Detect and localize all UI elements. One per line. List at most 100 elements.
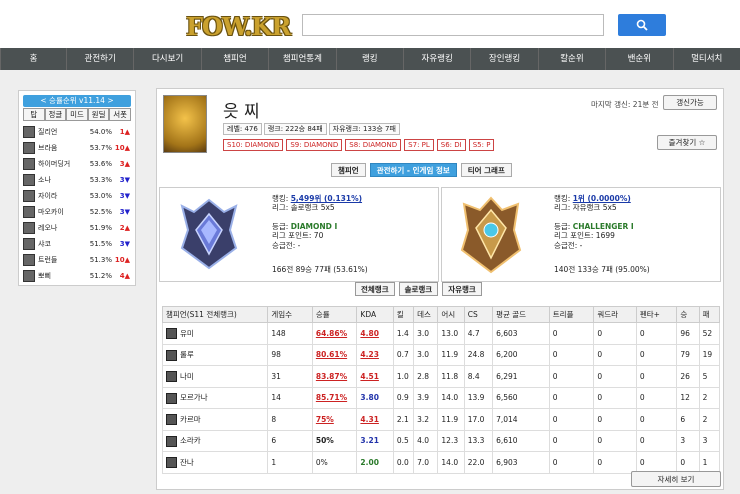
champion-name[interactable]: 나미 <box>180 372 194 381</box>
table-header-3[interactable]: KDA <box>356 306 394 323</box>
champion-name[interactable]: 잔나 <box>180 458 194 467</box>
table-header-9[interactable]: 트리플 <box>548 306 595 323</box>
table-row[interactable]: 카르마 8 75% 4.31 2.1 3.2 11.9 17.0 7,014 0 0 0 6 2 <box>161 408 721 431</box>
table-header-11[interactable]: 펜타+ <box>635 306 678 323</box>
value-l: 19 <box>702 350 713 360</box>
sidebar-rank-row[interactable]: 소나 53.3% 3▼ <box>23 172 131 188</box>
table-header-12[interactable]: 승 <box>676 306 700 323</box>
search-input[interactable] <box>302 14 604 36</box>
cell-tri: 0 <box>548 365 595 388</box>
nav-item-5[interactable]: 랭킹 <box>335 48 403 70</box>
value-penta: 0 <box>639 350 645 360</box>
table-row[interactable]: 룰루 98 80.61% 4.23 0.7 3.0 11.9 24.8 6,200 0 0 0 79 19 <box>161 343 721 366</box>
champion-name[interactable]: 카르마 <box>180 415 201 424</box>
table-header-13[interactable]: 패 <box>698 306 721 323</box>
champion-cell: 잔나 <box>161 451 269 474</box>
table-row[interactable]: 유미 148 64.86% 4.80 1.4 3.0 13.0 4.7 6,603 0 0 0 96 52 <box>161 322 721 345</box>
champion-name[interactable]: 룰루 <box>180 350 194 359</box>
cell-k: 1.0 <box>392 365 415 388</box>
cell-l: 2 <box>698 408 721 431</box>
cell-cs: 22.0 <box>463 451 494 474</box>
champion-icon <box>166 392 177 404</box>
flex-tier-label: 등급: <box>554 221 573 231</box>
sidebar-rank-row[interactable]: 질리언 54.0% 1▲ <box>23 124 131 140</box>
flex-rank-info: 랭킹: 1위 (0.0000%) 리그: 자유랭크 5x5 등급: CHALLE… <box>554 194 634 250</box>
cell-gold: 6,560 <box>492 386 550 409</box>
solo-rank-value[interactable]: 5,499위 (0.131%) <box>291 194 362 203</box>
rank-change-value: 10 <box>114 256 125 264</box>
search-button[interactable] <box>618 14 666 36</box>
table-row[interactable]: 잔나 1 0% 2.00 0.0 7.0 14.0 22.0 6,903 0 0 0 0 1 <box>161 451 721 474</box>
table-header-0[interactable]: 챔피언(S11 전체랭크) <box>161 306 269 323</box>
sidebar-rank-row[interactable]: 하이머딩거 53.6% 3▲ <box>23 156 131 172</box>
value-tri: 0 <box>552 371 558 381</box>
value-a: 12.3 <box>441 436 459 446</box>
table-row[interactable]: 소라카 6 50% 3.21 0.5 4.0 12.3 13.3 6,610 0 0 0 3 3 <box>161 429 721 452</box>
table-row[interactable]: 나미 31 83.87% 4.51 1.0 2.8 11.8 8.4 6,291 0 0 0 26 5 <box>161 365 721 388</box>
table-header-row: 챔피언(S11 전체랭크) 게임수 승률 KDA 킬 데스 어시 CS 평균 골드 트리플 쿼드라 펜… <box>161 306 721 323</box>
value-cs: 13.9 <box>467 393 485 403</box>
sidebar-rank-row[interactable]: 샤코 51.5% 3▼ <box>23 236 131 252</box>
show-more-button[interactable]: 자세히 보기 <box>631 471 721 487</box>
winrate: 51.2% <box>89 272 112 280</box>
sidebar-rank-row[interactable]: 레오나 51.9% 2▲ <box>23 220 131 236</box>
down-arrow-icon: ▼ <box>124 176 130 184</box>
nav-item-7[interactable]: 장인랭킹 <box>470 48 537 70</box>
nav-item-3[interactable]: 챔피언 <box>200 48 268 70</box>
nav-item-1[interactable]: 관전하기 <box>66 48 133 70</box>
favorite-button[interactable]: 즐겨찾기 ☆ <box>657 135 717 150</box>
cell-kda: 4.23 <box>356 343 394 366</box>
site-logo[interactable]: FOW.KR <box>186 12 291 41</box>
nav-item-9[interactable]: 밴순위 <box>605 48 672 70</box>
sidebar-rank-row[interactable]: 트런들 51.3% 10▲ <box>23 252 131 268</box>
nav-item-6[interactable]: 자유랭킹 <box>402 48 470 70</box>
cell-wr: 83.87% <box>311 365 358 388</box>
table-header-5[interactable]: 데스 <box>413 306 439 323</box>
table-header-6[interactable]: 어시 <box>437 306 465 323</box>
solo-league: 리그: 솔로랭크 5x5 <box>272 203 335 213</box>
value-w: 6 <box>680 414 686 424</box>
sidebar-tab-2[interactable]: 미드 <box>66 108 88 121</box>
queue-button-1[interactable]: 솔로랭크 <box>398 282 439 296</box>
nav-item-0[interactable]: 홈 <box>0 48 66 70</box>
sidebar-rank-row[interactable]: 마오카이 52.5% 3▼ <box>23 204 131 220</box>
sidebar-tab-3[interactable]: 원딜 <box>87 108 110 121</box>
nav-item-8[interactable]: 칼순위 <box>537 48 605 70</box>
table-header-7[interactable]: CS <box>463 306 494 323</box>
queue-button-0[interactable]: 전체랭크 <box>355 282 395 296</box>
winrate: 53.6% <box>89 160 112 168</box>
tab-0[interactable]: 챔피언 <box>331 163 366 177</box>
table-header-2[interactable]: 승률 <box>311 306 358 323</box>
nav-item-10[interactable]: 멀티서치 <box>672 48 740 70</box>
table-row[interactable]: 모르가나 14 85.71% 3.80 0.9 3.9 14.0 13.9 6,560 0 0 0 12… <box>161 386 721 409</box>
table-header-4[interactable]: 킬 <box>392 306 415 323</box>
nav-item-2[interactable]: 다시보기 <box>133 48 200 70</box>
cell-kda: 2.00 <box>356 451 394 474</box>
flex-rank-value[interactable]: 1위 (0.0000%) <box>573 194 631 203</box>
sidebar-tab-0[interactable]: 탑 <box>23 108 45 121</box>
tab-2[interactable]: 티어 그래프 <box>460 163 512 177</box>
table-header-1[interactable]: 게임수 <box>267 306 313 323</box>
champion-name[interactable]: 모르가나 <box>180 393 208 402</box>
champion-name[interactable]: 유미 <box>180 329 194 338</box>
champion-name[interactable]: 소라카 <box>180 436 201 445</box>
sidebar-rank-row[interactable]: 브라움 53.7% 10▲ <box>23 140 131 156</box>
winrate: 51.5% <box>89 240 112 248</box>
table-header-10[interactable]: 쿼드라 <box>593 306 637 323</box>
season-tier-badge: S5: P <box>468 139 495 151</box>
queue-button-2[interactable]: 자유랭크 <box>442 282 482 296</box>
cell-d: 3.0 <box>413 322 439 345</box>
sidebar-rank-row[interactable]: 자이라 53.0% 3▼ <box>23 188 131 204</box>
sidebar-rank-row[interactable]: 뽀삐 51.2% 4▲ <box>23 268 131 284</box>
nav-item-4[interactable]: 챔피언통계 <box>268 48 335 70</box>
value-cs: 22.0 <box>467 457 485 467</box>
table-header-8[interactable]: 평균 골드 <box>492 306 550 323</box>
sidebar-tab-1[interactable]: 정글 <box>44 108 67 121</box>
cell-quad: 0 <box>593 343 637 366</box>
tab-1[interactable]: 관전하기 - 인게임 정보 <box>369 163 457 177</box>
cell-quad: 0 <box>593 386 637 409</box>
season-tier-badge: S9: DIAMOND <box>286 139 343 151</box>
value-w: 0 <box>680 457 686 467</box>
refresh-button[interactable]: 갱신가능 <box>663 95 717 110</box>
sidebar-tab-4[interactable]: 서폿 <box>109 108 131 121</box>
